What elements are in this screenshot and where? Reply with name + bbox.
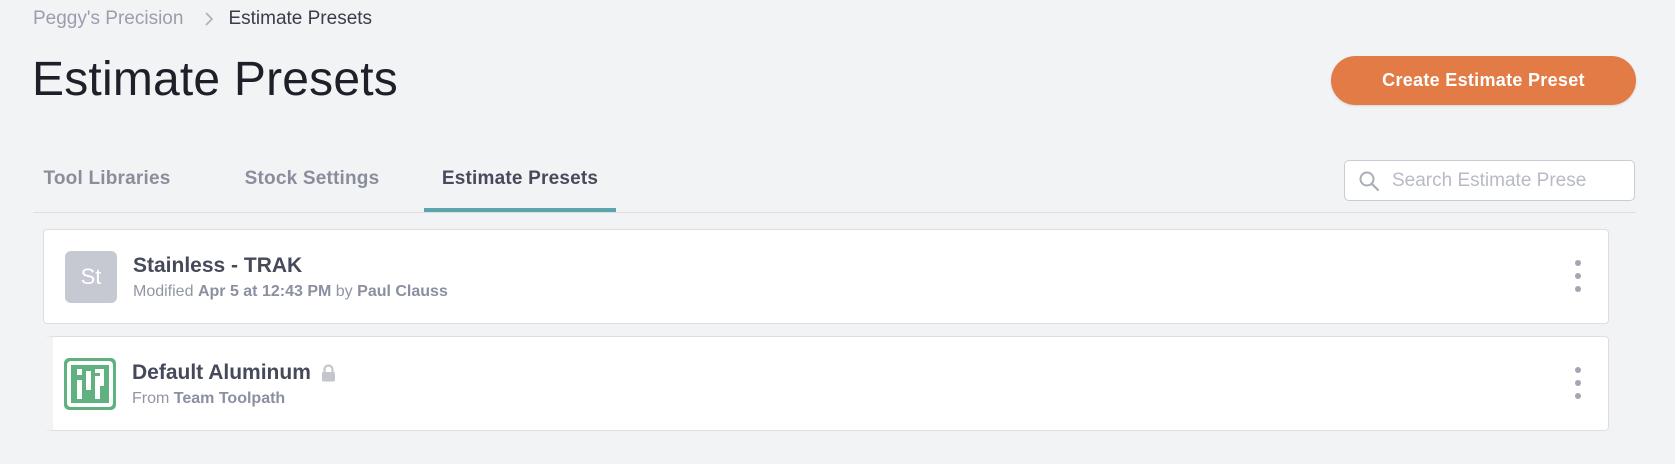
preset-name: Stainless - TRAK (133, 254, 302, 278)
meta-prefix: Modified (133, 283, 194, 300)
preset-name-text: Default Aluminum (132, 361, 311, 384)
page-title: Estimate Presets (32, 53, 398, 106)
preset-card-stainless-trak[interactable]: St Stainless - TRAK Modified Apr 5 at 12… (43, 229, 1609, 324)
breadcrumb-link-workspace[interactable]: Peggy's Precision (33, 8, 183, 30)
preset-meta: Modified Apr 5 at 12:43 PM by Paul Claus… (133, 283, 448, 301)
toolpath-logo-icon (64, 358, 116, 410)
search-box[interactable] (1344, 160, 1635, 201)
meta-prefix: From (132, 390, 170, 407)
modified-date: Apr 5 at 12:43 PM (197, 283, 332, 300)
tab-estimate-presets[interactable]: Estimate Presets (424, 152, 616, 212)
search-icon (1358, 170, 1380, 192)
preset-avatar: St (65, 251, 117, 303)
author-name: Paul Clauss (357, 283, 448, 300)
lock-icon (321, 364, 336, 382)
tab-stock-settings[interactable]: Stock Settings (231, 152, 393, 211)
meta-by: by (335, 283, 353, 300)
preset-name-text: Stainless - TRAK (133, 254, 303, 277)
chevron-right-icon (205, 12, 214, 26)
preset-name: Default Aluminum (132, 361, 336, 385)
breadcrumb: Peggy's Precision Estimate Presets (33, 6, 372, 32)
source-name: Team Toolpath (173, 390, 286, 407)
more-options-icon[interactable] (1570, 260, 1586, 292)
preset-meta: From Team Toolpath (132, 390, 285, 408)
tab-tool-libraries[interactable]: Tool Libraries (33, 152, 181, 211)
more-options-icon[interactable] (1570, 367, 1586, 399)
preset-card-default-aluminum[interactable]: Default Aluminum From Team Toolpath (43, 336, 1609, 431)
create-estimate-preset-button[interactable]: Create Estimate Preset (1331, 56, 1636, 105)
search-input[interactable] (1392, 169, 1622, 192)
breadcrumb-current: Estimate Presets (228, 8, 373, 29)
